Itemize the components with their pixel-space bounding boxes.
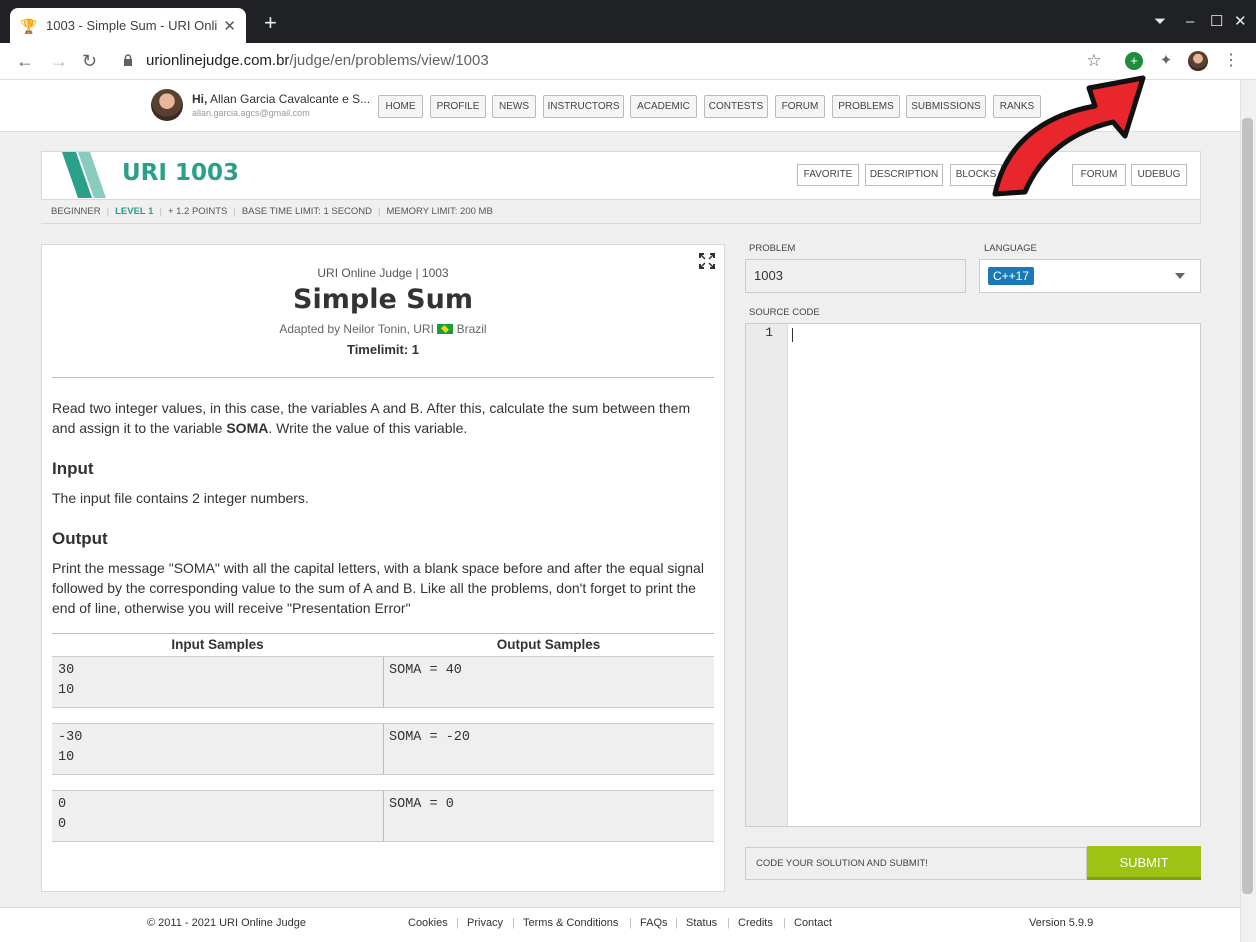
problem-code-title: URI 1003: [122, 160, 239, 186]
chevron-down-icon[interactable]: [1175, 273, 1185, 279]
footer-link-cookies[interactable]: Cookies: [408, 917, 448, 929]
user-name: Allan Garcia Cavalcante e S...: [210, 92, 371, 106]
nav-profile[interactable]: PROFILE: [430, 95, 486, 118]
tab-search-icon[interactable]: ⏷: [1154, 12, 1166, 32]
menu-kebab-icon[interactable]: ⋮: [1222, 52, 1240, 70]
forward-icon[interactable]: →: [50, 50, 68, 72]
language-value: C++17: [988, 267, 1035, 285]
footer-link-status[interactable]: Status: [686, 917, 717, 929]
maximize-icon[interactable]: ☐: [1210, 12, 1223, 32]
desc-bold: SOMA: [226, 420, 269, 436]
input-heading: Input: [52, 459, 94, 478]
footer-copyright: © 2011 - 2021 URI Online Judge: [147, 917, 306, 929]
back-icon[interactable]: ←: [16, 50, 34, 72]
sample-output: SOMA = 40: [389, 663, 462, 678]
tab-title: 1003 - Simple Sum - URI Online: [46, 18, 218, 33]
nav-problems[interactable]: PROBLEMS: [832, 95, 900, 118]
profile-avatar[interactable]: [1188, 51, 1208, 71]
source-code-label: SOURCE CODE: [749, 307, 820, 318]
user-email: allan.garcia.agcs@gmail.com: [192, 108, 310, 118]
minimize-icon[interactable]: –: [1186, 12, 1194, 32]
divider: [52, 377, 714, 378]
input-description: The input file contains 2 integer number…: [52, 490, 309, 506]
footer-version: Version 5.9.9: [1029, 917, 1094, 929]
author-text: Adapted by Neilor Tonin, URI: [279, 322, 434, 336]
browser-tab[interactable]: 🏆 1003 - Simple Sum - URI Online ✕: [10, 8, 246, 43]
problem-source: URI Online Judge | 1003: [317, 266, 449, 280]
output-heading: Output: [52, 529, 108, 548]
output-description: Print the message "SOMA" with all the ca…: [52, 560, 704, 616]
url-path: /judge/en/problems/view/1003: [289, 52, 489, 69]
footer-link-credits[interactable]: Credits: [738, 917, 773, 929]
nav-contests[interactable]: CONTESTS: [704, 95, 768, 118]
close-window-icon[interactable]: ✕: [1234, 12, 1247, 32]
favorite-button[interactable]: FAVORITE: [797, 164, 859, 186]
lock-icon: [124, 54, 132, 66]
sample-row: 0 0 SOMA = 0: [52, 790, 714, 842]
user-avatar[interactable]: [151, 89, 183, 121]
code-prompt-bar: CODE YOUR SOLUTION AND SUBMIT!: [745, 847, 1087, 880]
nav-forum[interactable]: FORUM: [775, 95, 825, 118]
output-samples-header: Output Samples: [496, 637, 601, 652]
input-samples-header: Input Samples: [171, 637, 264, 652]
red-arrow-annotation-icon: [992, 75, 1146, 197]
problem-label: PROBLEM: [749, 243, 796, 254]
problem-field[interactable]: 1003: [745, 259, 966, 293]
footer-link-privacy[interactable]: Privacy: [467, 917, 503, 929]
problem-timelimit: Timelimit: 1: [346, 342, 419, 357]
footer-link-terms[interactable]: Terms & Conditions: [523, 917, 618, 929]
submit-button[interactable]: SUBMIT: [1087, 846, 1201, 880]
line-gutter: 1: [746, 324, 788, 826]
meta-category: BEGINNER: [51, 206, 101, 217]
url-domain: urionlinejudge.com.br: [146, 52, 290, 69]
meta-memory-limit: MEMORY LIMIT: 200 MB: [386, 206, 493, 217]
sample-input: 0 0: [58, 797, 67, 832]
meta-level: LEVEL 1: [115, 206, 154, 217]
problem-description: Read two integer values, in this case, t…: [52, 398, 716, 438]
scrollbar-thumb[interactable]: [1242, 118, 1253, 894]
nav-news[interactable]: NEWS: [492, 95, 536, 118]
footer-link-contact[interactable]: Contact: [794, 917, 832, 929]
sample-input: 30 10: [58, 663, 75, 698]
sample-output: SOMA = 0: [389, 797, 454, 812]
problem-title: Simple Sum: [293, 284, 473, 315]
sample-output: SOMA = -20: [389, 730, 471, 745]
problem-author: Adapted by Neilor Tonin, URI Brazil: [52, 322, 714, 336]
nav-home[interactable]: HOME: [378, 95, 423, 118]
nav-submissions[interactable]: SUBMISSIONS: [906, 95, 986, 118]
desc-text-end: . Write the value of this variable.: [268, 420, 468, 436]
user-greeting[interactable]: Hi, Allan Garcia Cavalcante e S...: [192, 92, 370, 106]
url-field[interactable]: urionlinejudge.com.br/judge/en/problems/…: [146, 51, 489, 71]
sample-row: -30 10 SOMA = -20: [52, 723, 714, 775]
meta-time-limit: BASE TIME LIMIT: 1 SECOND: [241, 206, 373, 217]
greeting-text: Hi,: [192, 92, 208, 106]
uri-logo-icon: [62, 152, 106, 198]
description-button[interactable]: DESCRIPTION: [865, 164, 943, 186]
meta-points: + 1.2 POINTS: [167, 206, 228, 217]
footer-link-faqs[interactable]: FAQs: [640, 917, 668, 929]
sample-row: 30 10 SOMA = 40: [52, 656, 714, 708]
close-tab-icon[interactable]: ✕: [223, 17, 236, 35]
trophy-favicon-icon: 🏆: [20, 17, 38, 34]
reload-icon[interactable]: ↻: [82, 50, 97, 72]
brazil-flag-icon: [437, 324, 454, 334]
text-cursor: [792, 328, 793, 342]
problem-meta-bar: BEGINNER | LEVEL 1 | + 1.2 POINTS | BASE TIME …: [41, 199, 1200, 223]
language-label: LANGUAGE: [984, 243, 1037, 254]
code-editor[interactable]: 1: [745, 323, 1201, 827]
extensions-puzzle-icon[interactable]: ✦: [1157, 52, 1175, 70]
nav-academic[interactable]: ACADEMIC: [630, 95, 697, 118]
line-number: 1: [765, 325, 773, 340]
new-tab-button[interactable]: +: [264, 12, 277, 34]
author-country: Brazil: [456, 322, 487, 336]
language-select[interactable]: C++17: [979, 259, 1201, 293]
nav-instructors[interactable]: INSTRUCTORS: [543, 95, 624, 118]
sample-input: -30 10: [58, 730, 83, 765]
